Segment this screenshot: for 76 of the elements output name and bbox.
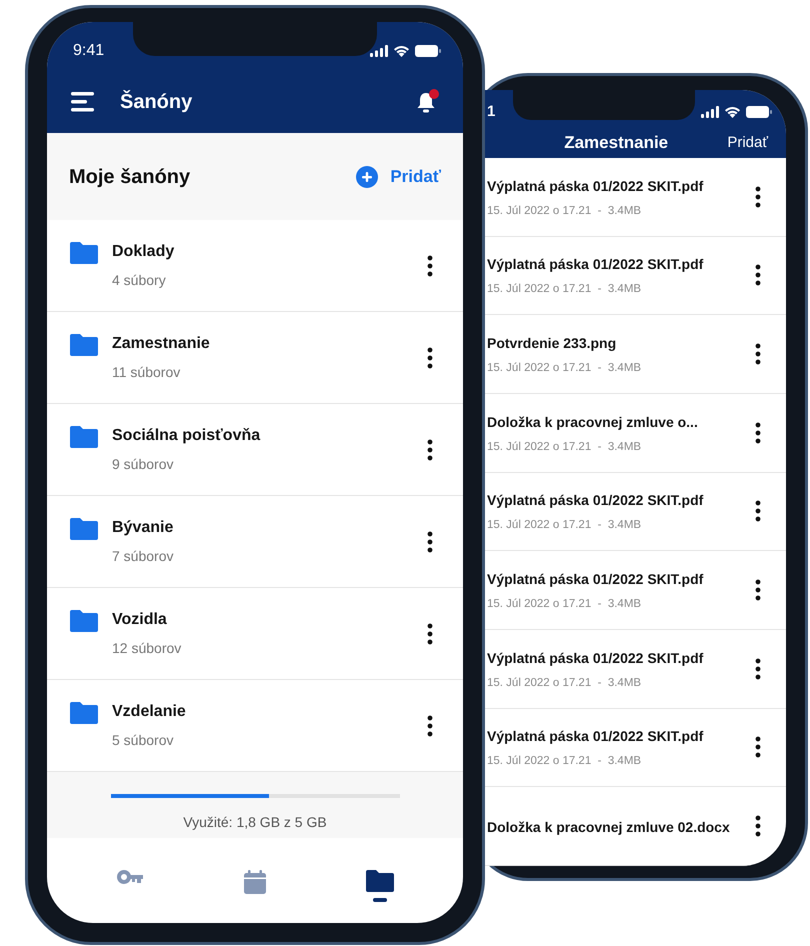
- section-title: Moje šanóny: [69, 164, 192, 190]
- file-name: Výplatná páska 01/2022 SKIT.pdf: [487, 491, 704, 510]
- file-count: 5 súborov: [112, 731, 174, 750]
- folder-row[interactable]: Sociálna poisťovňa 9 súborov: [47, 404, 463, 496]
- screen-title: Zamestnanie: [563, 132, 670, 154]
- folder-icon: [366, 870, 394, 892]
- file-meta: 15. Júl 2022 o 17.21 - 3.4MB: [487, 282, 642, 298]
- file-meta: 15. Júl 2022 o 17.21 - 3.4MB: [487, 440, 642, 455]
- folder-row[interactable]: Zamestnanie 11 súborov: [47, 312, 463, 404]
- more-options-icon[interactable]: [427, 530, 433, 552]
- more-options-icon[interactable]: [427, 438, 433, 460]
- status-time: 9:41: [73, 41, 104, 61]
- more-options-icon[interactable]: [427, 622, 433, 644]
- battery-icon: [746, 106, 772, 118]
- battery-icon: [415, 45, 441, 57]
- more-options-icon[interactable]: [755, 500, 761, 522]
- more-options-icon[interactable]: [427, 714, 433, 736]
- app-title: Šanóny: [120, 89, 194, 114]
- file-count: 7 súborov: [112, 547, 174, 566]
- file-meta: 15. Júl 2022 o 17.21 - 3.4MB: [487, 204, 642, 219]
- folder-icon: [70, 702, 98, 724]
- file-meta: 15. Júl 2022 o 17.21 - 3.4MB: [487, 754, 642, 770]
- status-time: 1: [487, 102, 496, 122]
- file-count: 4 súbory: [112, 271, 167, 290]
- folder-name: Vzdelanie: [112, 702, 187, 722]
- file-name: Výplatná páska 01/2022 SKIT.pdf: [487, 727, 704, 746]
- wifi-icon: [393, 45, 410, 57]
- file-meta: 15. Júl 2022 o 17.21 - 3.4MB: [487, 360, 642, 376]
- more-options-icon[interactable]: [427, 346, 433, 368]
- folder-icon: [70, 426, 98, 448]
- folder-icon: [70, 610, 98, 632]
- more-options-icon[interactable]: [755, 264, 761, 286]
- file-meta: 15. Júl 2022 o 17.21 - 3.4MB: [487, 518, 642, 534]
- add-button[interactable]: Pridať: [356, 164, 441, 190]
- file-name: Doložka k pracovnej zmluve o...: [487, 412, 699, 432]
- folder-row[interactable]: Bývanie 7 súborov: [47, 496, 463, 588]
- file-meta: 15. Júl 2022 o 17.21 - 3.4MB: [487, 596, 642, 612]
- folder-name: Bývanie: [112, 518, 174, 538]
- plus-icon: [356, 166, 378, 188]
- folder-name: Sociálna poisťovňa: [112, 426, 262, 446]
- file-name: Výplatná páska 01/2022 SKIT.pdf: [487, 176, 704, 196]
- folder-icon: [70, 242, 98, 264]
- notification-bell-icon[interactable]: [417, 90, 437, 112]
- file-name: Výplatná páska 01/2022 SKIT.pdf: [487, 648, 704, 668]
- wifi-icon: [724, 106, 741, 118]
- key-icon: [116, 870, 143, 884]
- menu-icon[interactable]: [71, 92, 95, 112]
- active-indicator: [373, 898, 388, 902]
- signal-icon: [370, 45, 388, 57]
- more-options-icon[interactable]: [755, 658, 761, 680]
- calendar-icon: [244, 870, 266, 894]
- folder-icon: [70, 518, 98, 540]
- file-count: 12 súborov: [112, 639, 182, 658]
- more-options-icon[interactable]: [755, 186, 761, 208]
- add-link[interactable]: Pridať: [727, 132, 768, 154]
- storage-label: Využité: 1,8 GB z 5 GB: [183, 813, 327, 832]
- folder-row[interactable]: Vozidla 12 súborov: [47, 588, 463, 680]
- more-options-icon[interactable]: [755, 422, 761, 444]
- file-name: Doložka k pracovnej zmluve 02.docx: [487, 818, 731, 837]
- more-options-icon[interactable]: [755, 343, 761, 366]
- signal-icon: [701, 106, 719, 118]
- file-count: 11 súborov: [112, 363, 182, 382]
- folder-name: Zamestnanie: [112, 334, 211, 354]
- file-name: Potvrdenie 233.png: [487, 334, 618, 353]
- file-name: Výplatná páska 01/2022 SKIT.pdf: [487, 570, 704, 589]
- more-options-icon[interactable]: [755, 815, 761, 838]
- more-options-icon[interactable]: [427, 254, 433, 276]
- more-options-icon[interactable]: [755, 736, 761, 758]
- folder-name: Vozidla: [112, 610, 168, 630]
- file-count: 9 súborov: [112, 455, 174, 474]
- file-name: Výplatná páska 01/2022 SKIT.pdf: [487, 255, 704, 274]
- folder-row[interactable]: Doklady 4 súbory: [47, 220, 463, 312]
- folder-name: Doklady: [112, 242, 176, 262]
- folder-icon: [70, 334, 98, 356]
- more-options-icon[interactable]: [755, 579, 761, 602]
- file-meta: 15. Júl 2022 o 17.21 - 3.4MB: [487, 676, 642, 691]
